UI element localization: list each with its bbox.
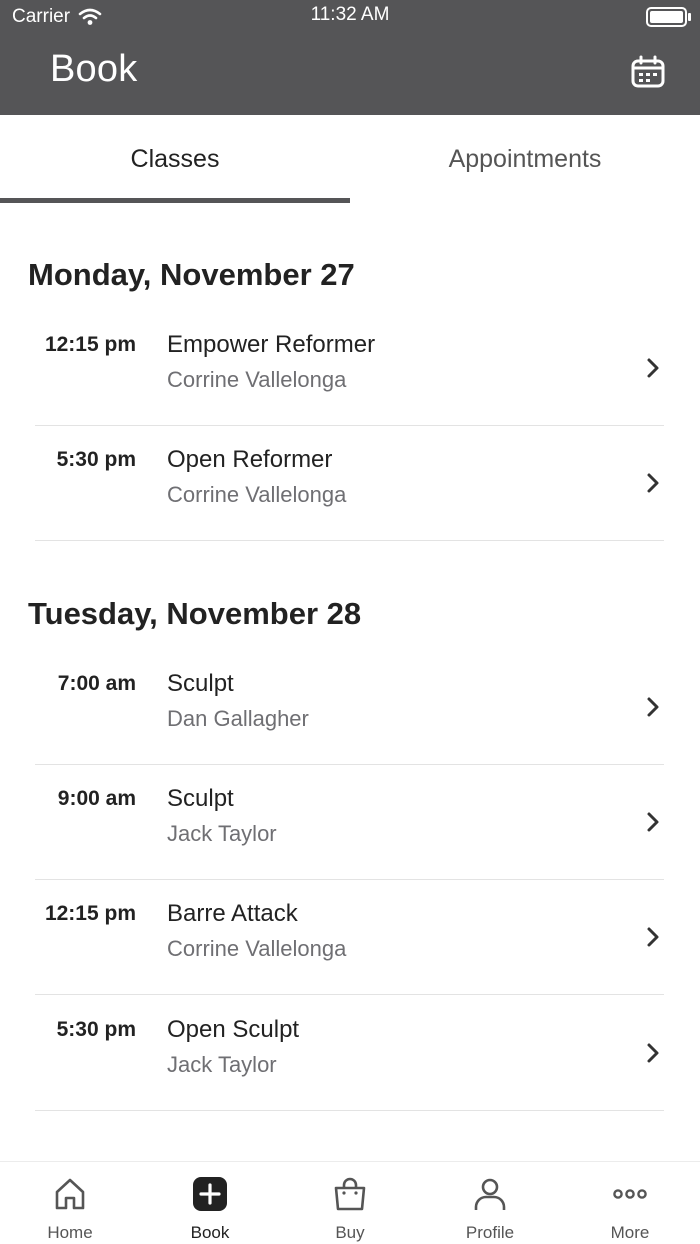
class-time: 7:00 am [57, 672, 136, 695]
more-dots-icon [613, 1189, 647, 1199]
tabbar-item-profile[interactable]: Profile [420, 1162, 560, 1244]
class-name: Open Reformer [167, 446, 333, 473]
class-instructor: Jack Taylor [167, 1052, 277, 1077]
tabbar-item-buy[interactable]: Buy [280, 1162, 420, 1244]
class-time: 9:00 am [57, 787, 136, 810]
page-title: Book [50, 48, 138, 90]
chevron-right-icon [647, 812, 659, 832]
status-bar: Carrier 11:32 AM [0, 0, 700, 32]
class-name: Sculpt [167, 670, 234, 697]
segment-tabs: Classes Appointments [0, 115, 700, 203]
plus-square-icon [193, 1177, 227, 1211]
day-heading: Monday, November 27 [28, 257, 355, 292]
status-time: 11:32 AM [310, 4, 390, 25]
class-row[interactable]: 12:15 pm Empower Reformer Corrine Vallel… [35, 311, 664, 426]
class-time: 5:30 pm [56, 1018, 136, 1041]
class-schedule-list: Monday, November 27 12:15 pm Empower Ref… [0, 203, 700, 1161]
tab-appointments[interactable]: Appointments [350, 115, 700, 203]
class-time: 12:15 pm [44, 902, 136, 925]
chevron-right-icon [647, 358, 659, 378]
chevron-right-icon [647, 1043, 659, 1063]
tabbar-label: More [610, 1223, 650, 1242]
class-row[interactable]: 7:00 am Sculpt Dan Gallagher [35, 650, 664, 765]
class-row[interactable]: 5:30 pm Open Sculpt Jack Taylor [35, 996, 664, 1111]
class-name: Barre Attack [167, 900, 298, 927]
chevron-right-icon [647, 927, 659, 947]
class-time: 5:30 pm [56, 448, 136, 471]
class-row[interactable]: 5:30 pm Open Reformer Corrine Vallelonga [35, 426, 664, 541]
tabbar-label: Profile [465, 1223, 515, 1242]
class-instructor: Jack Taylor [167, 821, 277, 846]
chevron-right-icon [647, 473, 659, 493]
tab-classes[interactable]: Classes [0, 115, 350, 203]
day-heading: Tuesday, November 28 [28, 596, 362, 631]
class-instructor: Corrine Vallelonga [167, 367, 347, 392]
class-row[interactable]: 12:15 pm Barre Attack Corrine Vallelonga [35, 880, 664, 995]
class-name: Sculpt [167, 785, 234, 812]
class-time: 12:15 pm [44, 333, 136, 356]
tabbar-item-book[interactable]: Book [140, 1162, 280, 1244]
tabbar-label: Buy [335, 1223, 365, 1242]
calendar-button[interactable] [630, 55, 666, 89]
class-instructor: Dan Gallagher [167, 706, 309, 731]
tabbar-item-home[interactable]: Home [0, 1162, 140, 1244]
navigation-header: Carrier 11:32 AM Book [0, 0, 700, 115]
class-row[interactable]: 9:00 am Sculpt Jack Taylor [35, 765, 664, 880]
home-icon [55, 1178, 85, 1210]
class-name: Empower Reformer [167, 331, 376, 358]
shopping-bag-icon [334, 1177, 366, 1211]
tabbar-label: Book [190, 1223, 230, 1242]
calendar-icon [631, 55, 665, 88]
bottom-tab-bar: Home Book Buy Profile More [0, 1161, 700, 1244]
battery-icon [646, 7, 691, 27]
chevron-right-icon [647, 697, 659, 717]
tabbar-label: Home [47, 1223, 93, 1242]
person-icon [474, 1178, 506, 1210]
class-name: Open Sculpt [167, 1016, 300, 1043]
class-instructor: Corrine Vallelonga [167, 936, 347, 961]
class-instructor: Corrine Vallelonga [167, 482, 347, 507]
tabbar-item-more[interactable]: More [560, 1162, 700, 1244]
